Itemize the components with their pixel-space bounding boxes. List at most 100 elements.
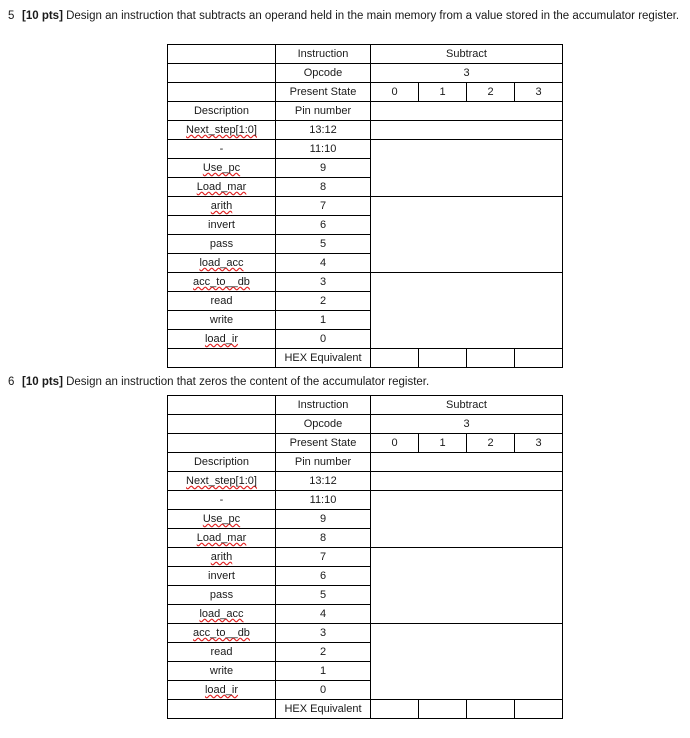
description-cell: - — [167, 490, 276, 510]
description-cell: - — [167, 139, 276, 159]
description-text: invert — [208, 570, 235, 582]
pin-cell: 1 — [275, 310, 371, 330]
description-text: Load_mar — [196, 181, 247, 193]
header-answer-spacer — [370, 452, 563, 472]
answer-block-1[interactable] — [370, 120, 563, 140]
present-state-1: 1 — [418, 82, 467, 102]
instruction-label-cell: Instruction — [275, 395, 371, 415]
description-cell: Next_step[1:0] — [167, 120, 276, 140]
answer-block-4[interactable] — [370, 272, 563, 349]
description-text: load_ir — [204, 333, 239, 345]
description-text: Use_pc — [202, 162, 241, 174]
present-state-2: 2 — [466, 82, 515, 102]
hex-value-2[interactable] — [466, 348, 515, 368]
instruction-label-cell: Instruction — [275, 44, 371, 64]
pin-cell: 3 — [275, 623, 371, 643]
table-row-column-headers: Description Pin number — [167, 101, 563, 121]
spacer-cell — [167, 414, 276, 434]
description-text: - — [219, 494, 224, 506]
problem-5: 5 [10 pts] Design an instruction that su… — [0, 8, 690, 25]
pin-cell: 1 — [275, 661, 371, 681]
spacer-cell — [167, 44, 276, 64]
problem-5-points: [10 pts] — [22, 10, 63, 22]
description-text: write — [209, 665, 234, 677]
description-text: acc_to__db — [193, 276, 250, 288]
opcode-value-cell[interactable]: 3 — [370, 414, 563, 434]
hex-value-1[interactable] — [418, 699, 467, 719]
table-row: Next_step[1:0] 13:12 — [167, 471, 563, 491]
description-cell: load_acc — [167, 604, 276, 624]
spacer-cell — [167, 395, 276, 415]
design-table-5-body: Instruction Subtract Opcode 3 Present St… — [167, 44, 563, 368]
description-cell: write — [167, 661, 276, 681]
hex-value-0[interactable] — [370, 699, 419, 719]
table-row-present-state: Present State 0 1 2 3 — [167, 82, 563, 102]
table-row-column-headers: Description Pin number — [167, 452, 563, 472]
pin-cell: 7 — [275, 196, 371, 216]
problem-5-number: 5 — [8, 10, 15, 22]
description-cell: read — [167, 642, 276, 662]
answer-block-1[interactable] — [370, 471, 563, 491]
instruction-value-cell[interactable]: Subtract — [370, 395, 563, 415]
description-cell: read — [167, 291, 276, 311]
instruction-value-cell[interactable]: Subtract — [370, 44, 563, 64]
description-cell: acc_to__db — [167, 272, 276, 292]
hex-value-3[interactable] — [514, 348, 563, 368]
design-table-5: Instruction Subtract Opcode 3 Present St… — [167, 44, 563, 368]
table-row: arith 7 — [167, 547, 563, 624]
pin-cell: 7 — [275, 547, 371, 567]
description-text: Load_mar — [196, 532, 247, 544]
pin-number-label-cell: Pin number — [275, 452, 371, 472]
table-row: - 11:10 — [167, 139, 563, 197]
table-row: acc_to__db 3 — [167, 623, 563, 700]
description-cell: invert — [167, 566, 276, 586]
description-cell: arith — [167, 547, 276, 567]
description-text: pass — [209, 238, 234, 250]
spacer-cell — [167, 699, 276, 719]
description-text: write — [209, 314, 234, 326]
description-text: read — [210, 295, 233, 307]
table-row-opcode: Opcode 3 — [167, 414, 563, 434]
answer-block-2[interactable] — [370, 139, 563, 197]
present-state-0: 0 — [370, 82, 419, 102]
hex-value-1[interactable] — [418, 348, 467, 368]
description-text: load_acc — [199, 608, 244, 620]
description-text: invert — [208, 219, 235, 231]
table-row: arith 7 — [167, 196, 563, 273]
header-answer-spacer — [370, 101, 563, 121]
table-row: acc_to__db 3 — [167, 272, 563, 349]
problem-5-text: [10 pts] Design an instruction that subt… — [22, 8, 690, 25]
pin-cell: 2 — [275, 642, 371, 662]
description-cell: load_ir — [167, 329, 276, 349]
answer-block-2[interactable] — [370, 490, 563, 548]
description-cell: invert — [167, 215, 276, 235]
design-table-6: Instruction Subtract Opcode 3 Present St… — [167, 395, 563, 719]
opcode-value-cell[interactable]: 3 — [370, 63, 563, 83]
description-text: load_acc — [199, 257, 244, 269]
answer-block-4[interactable] — [370, 623, 563, 700]
pin-cell: 13:12 — [275, 120, 371, 140]
opcode-label-cell: Opcode — [275, 63, 371, 83]
design-table-6-wrap: Instruction Subtract Opcode 3 Present St… — [167, 395, 563, 719]
pin-cell: 2 — [275, 291, 371, 311]
answer-block-3[interactable] — [370, 196, 563, 273]
description-text: arith — [210, 551, 233, 563]
present-state-3: 3 — [514, 433, 563, 453]
description-cell: load_ir — [167, 680, 276, 700]
hex-label-cell: HEX Equivalent — [275, 699, 371, 719]
hex-value-0[interactable] — [370, 348, 419, 368]
present-state-3: 3 — [514, 82, 563, 102]
document-page: 5 [10 pts] Design an instruction that su… — [0, 0, 690, 738]
problem-5-statement: Design an instruction that subtracts an … — [66, 10, 680, 22]
spacer-cell — [167, 348, 276, 368]
pin-cell: 4 — [275, 604, 371, 624]
answer-block-3[interactable] — [370, 547, 563, 624]
description-text: Next_step[1:0] — [186, 124, 257, 136]
hex-value-2[interactable] — [466, 699, 515, 719]
description-cell: pass — [167, 585, 276, 605]
pin-cell: 9 — [275, 158, 371, 178]
present-state-0: 0 — [370, 433, 419, 453]
description-text: Use_pc — [202, 513, 241, 525]
hex-value-3[interactable] — [514, 699, 563, 719]
pin-cell: 0 — [275, 329, 371, 349]
